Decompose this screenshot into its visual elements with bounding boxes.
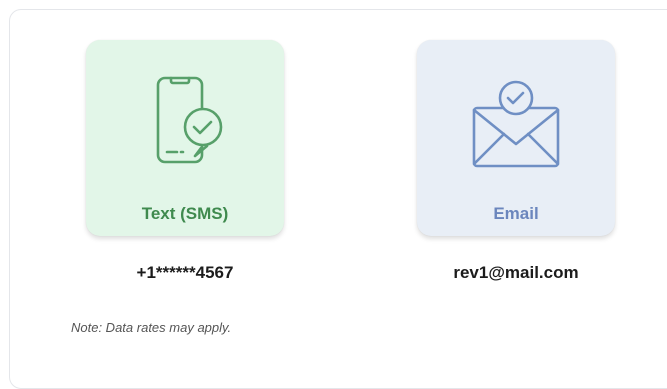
text-sms-label: Text (SMS) xyxy=(141,204,229,223)
envelope-check-icon xyxy=(417,72,615,172)
email-option-card[interactable]: Email xyxy=(417,40,615,236)
phone-message-check-icon xyxy=(86,72,284,172)
data-rates-note: Note: Data rates may apply. xyxy=(71,320,232,335)
email-address-value: rev1@mail.com xyxy=(453,263,579,282)
text-sms-option-card[interactable]: Text (SMS) xyxy=(86,40,284,236)
email-label: Email xyxy=(493,204,539,223)
phone-number-value: +1******4567 xyxy=(136,263,234,282)
